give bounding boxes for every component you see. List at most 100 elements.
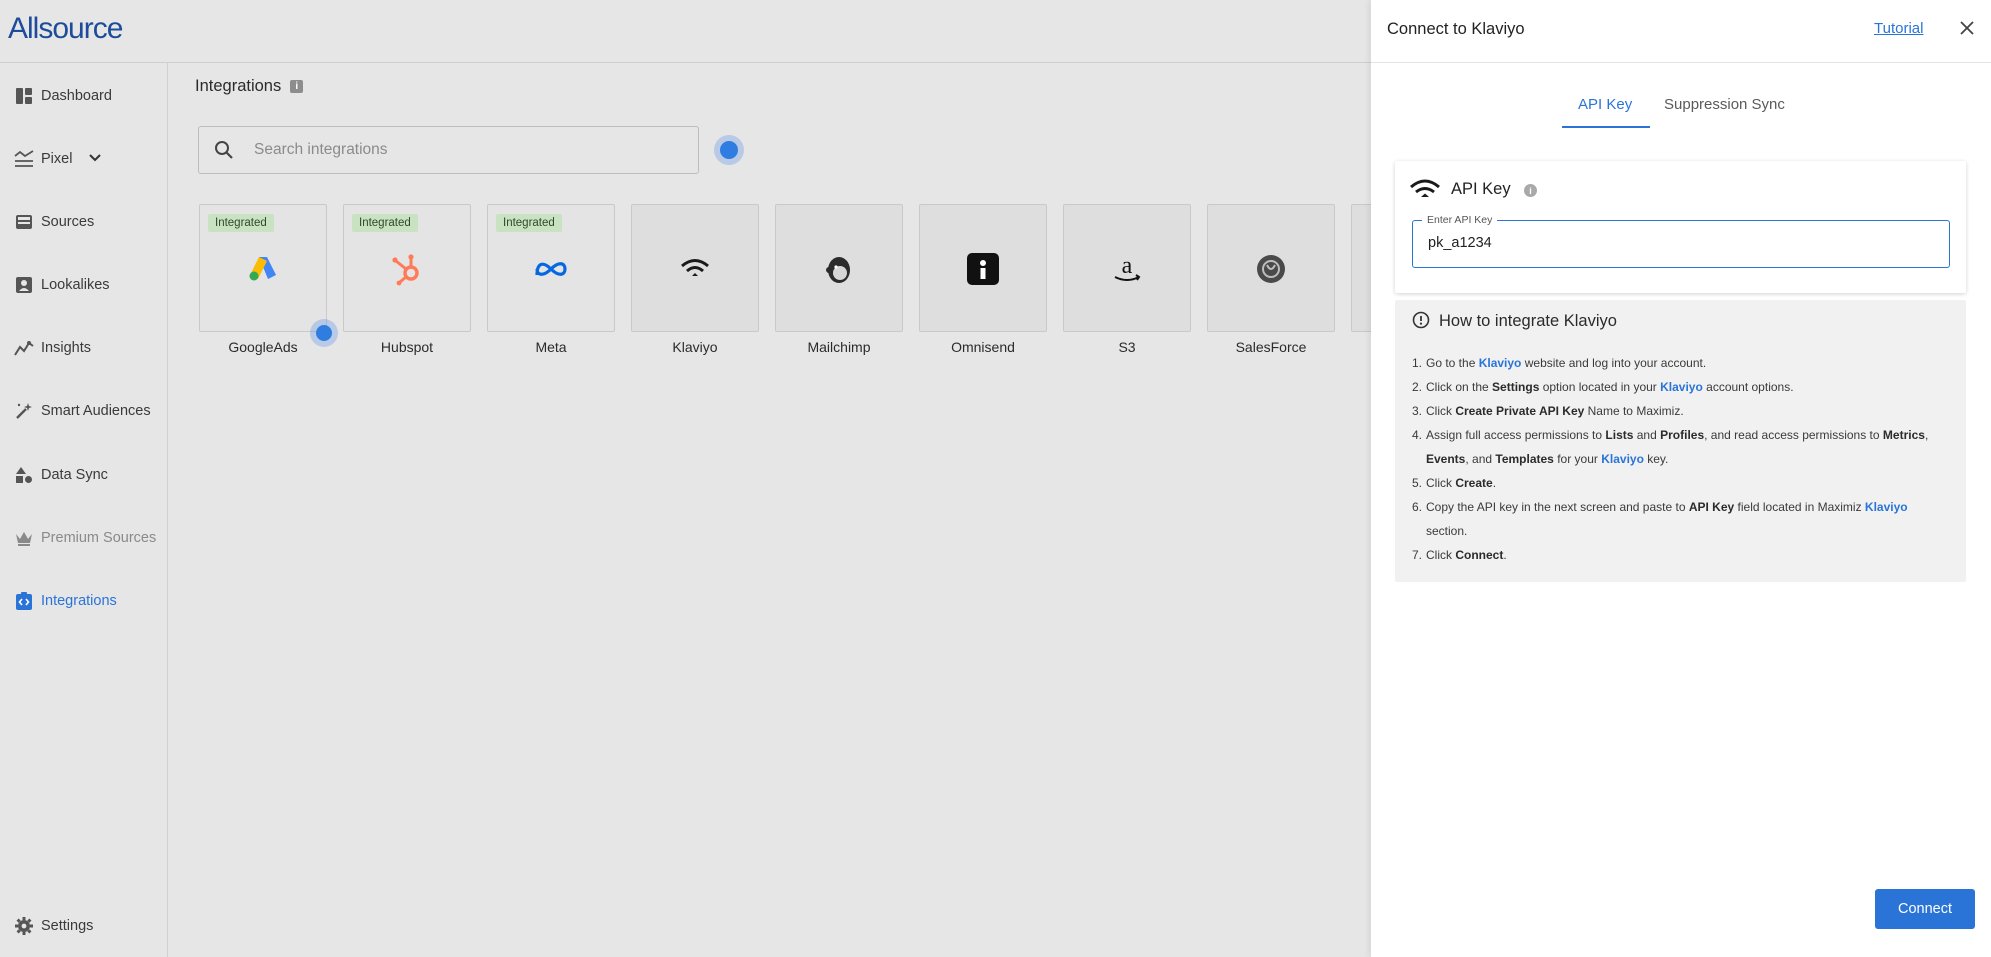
integration-card-s3[interactable]: a [1063, 204, 1191, 332]
step-text: Copy the API key in the next screen and … [1426, 500, 1689, 514]
api-key-input[interactable] [1428, 235, 1928, 251]
step-keyword: Klaviyo [1601, 452, 1644, 466]
step-text: and [1633, 428, 1661, 442]
step-bold: Metrics [1882, 428, 1925, 442]
integration-card-googleads[interactable]: Integrated [199, 204, 327, 332]
api-key-field-label: Enter API Key [1422, 214, 1498, 226]
pixel-icon [14, 149, 34, 169]
sidebar-item-dashboard[interactable]: Dashboard [14, 84, 112, 108]
api-key-field[interactable]: Enter API Key [1412, 214, 1950, 268]
integration-label: Mailchimp [807, 339, 871, 355]
step-bold: Create Private API Key [1455, 404, 1585, 418]
sidebar-item-pixel[interactable]: Pixel [14, 147, 102, 171]
integration-label: Klaviyo [672, 339, 718, 355]
chevron-down-icon[interactable] [88, 151, 102, 167]
sidebar: Dashboard Pixel Sources Lookalikes Insig… [0, 63, 168, 957]
sidebar-item-lookalikes[interactable]: Lookalikes [14, 273, 110, 297]
integration-label: Meta [535, 339, 567, 355]
step-number: 5. [1412, 476, 1423, 490]
insights-icon [14, 338, 34, 358]
gear-icon [14, 916, 34, 936]
how-to-step: 5. Click Create. [1412, 471, 1952, 495]
sidebar-item-data-sync[interactable]: Data Sync [14, 463, 108, 487]
integration-card-mailchimp[interactable] [775, 204, 903, 332]
page-title: Integrations i [195, 77, 304, 96]
step-bold: Connect [1455, 548, 1504, 562]
info-icon[interactable]: i [1524, 184, 1537, 197]
salesforce-icon [1253, 251, 1289, 287]
integration-label: SalesForce [1235, 339, 1307, 355]
sidebar-item-label: Integrations [41, 593, 117, 609]
how-to-panel: How to integrate Klaviyo 1. Go to the Kla… [1395, 300, 1966, 582]
step-text: Click [1426, 404, 1456, 418]
step-text: , and [1465, 452, 1496, 466]
drawer-header: Connect to Klaviyo Tutorial [1371, 0, 1991, 63]
step-text: for your [1553, 452, 1602, 466]
sidebar-item-insights[interactable]: Insights [14, 336, 91, 360]
sidebar-item-label: Premium Sources [41, 530, 157, 546]
step-number: 6. [1412, 500, 1423, 514]
amazon-icon: a [1109, 251, 1145, 287]
step-bold: Settings [1492, 380, 1540, 394]
integration-label: GoogleAds [228, 339, 298, 355]
tab-suppression-sync[interactable]: Suppression Sync [1664, 96, 1785, 113]
how-to-step: 1. Go to the Klaviyo website and log into… [1412, 351, 1952, 375]
dashboard-icon [14, 86, 34, 106]
integrated-badge: Integrated [208, 214, 274, 232]
step-bold: Lists [1605, 428, 1634, 442]
info-icon[interactable]: i [290, 80, 304, 93]
step-keyword: Klaviyo [1864, 500, 1908, 514]
search-icon [213, 139, 235, 161]
step-bold: Templates [1495, 452, 1554, 466]
lookalikes-icon [14, 275, 34, 295]
step-text: account options. [1702, 380, 1794, 394]
integration-card-hubspot[interactable]: Integrated [343, 204, 471, 332]
how-to-step: 2. Click on the Settings option located i… [1412, 375, 1952, 399]
step-keyword: Klaviyo [1660, 380, 1703, 394]
sidebar-item-smart-audiences[interactable]: Smart Audiences [14, 399, 151, 423]
integration-card-klaviyo[interactable] [631, 204, 759, 332]
search-box[interactable] [198, 126, 699, 174]
drawer-title: Connect to Klaviyo [1387, 20, 1525, 38]
klaviyo-icon [677, 251, 713, 287]
step-text: Name to Maximiz. [1584, 404, 1684, 418]
step-text: section. [1426, 524, 1468, 538]
google-ads-icon [245, 251, 281, 287]
integration-card-salesforce[interactable] [1207, 204, 1335, 332]
step-number: 4. [1412, 428, 1423, 442]
connect-button[interactable]: Connect [1875, 889, 1975, 929]
integration-label: Hubspot [380, 339, 434, 355]
app-logo[interactable]: Allsource [8, 12, 123, 46]
how-to-step: 7. Click Connect. [1412, 543, 1952, 567]
sidebar-item-integrations[interactable]: Integrations [14, 589, 117, 613]
info-circle-icon [1412, 311, 1430, 329]
step-text: field located in Maximiz [1734, 500, 1865, 514]
how-to-steps: 1. Go to the Klaviyo website and log into… [1412, 351, 1952, 567]
tutorial-link[interactable]: Tutorial [1874, 20, 1923, 37]
step-bold: Create [1455, 476, 1493, 490]
search-input[interactable] [254, 141, 674, 159]
step-text: Click on the [1426, 380, 1493, 394]
step-text: . [1503, 548, 1507, 562]
sidebar-item-label: Dashboard [41, 88, 112, 104]
step-text: option located in your [1539, 380, 1661, 394]
integration-card-meta[interactable]: Integrated [487, 204, 615, 332]
sidebar-item-label: Pixel [41, 151, 73, 167]
close-icon[interactable] [1957, 18, 1977, 38]
api-key-title: API Key [1451, 180, 1511, 198]
sidebar-item-premium-sources[interactable]: Premium Sources [14, 526, 156, 550]
integration-card-omnisend[interactable] [919, 204, 1047, 332]
integrated-badge: Integrated [496, 214, 562, 232]
sidebar-item-label: Smart Audiences [41, 403, 151, 419]
sidebar-item-sources[interactable]: Sources [14, 210, 94, 234]
step-text: , and read access permissions to [1704, 428, 1883, 442]
step-text: Click [1426, 548, 1456, 562]
active-tab-indicator [1562, 126, 1650, 128]
svg-text:a: a [1122, 253, 1133, 279]
cursor-indicator [720, 141, 738, 159]
sidebar-item-settings[interactable]: Settings [14, 914, 93, 938]
how-to-title: How to integrate Klaviyo [1439, 312, 1617, 330]
integration-label: Omnisend [951, 339, 1015, 355]
integrations-icon [14, 591, 34, 611]
tab-api-key[interactable]: API Key [1578, 96, 1632, 113]
